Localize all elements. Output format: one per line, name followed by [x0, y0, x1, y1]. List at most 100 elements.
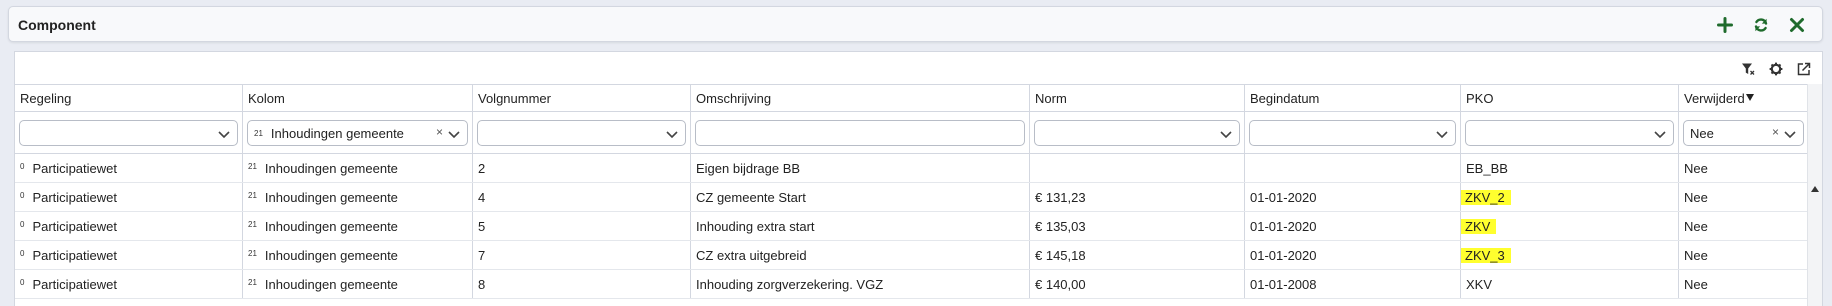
- kolom-text: Inhoudingen gemeente: [264, 161, 398, 176]
- chevron-down-icon: [448, 131, 460, 139]
- kolom-code: 21: [248, 162, 257, 171]
- column-header-norm[interactable]: Norm: [1030, 85, 1245, 111]
- filter-cell-pko: [1461, 112, 1679, 153]
- refresh-icon: [1754, 18, 1768, 32]
- regeling-text: Participatiewet: [32, 190, 117, 205]
- regeling-code: 0: [20, 220, 25, 229]
- pko-highlighted-text: ZKV_2: [1463, 190, 1507, 205]
- regeling-code: 0: [20, 162, 25, 171]
- cell-kolom: 21 Inhoudingen gemeente: [243, 241, 473, 269]
- scroll-up-arrow-icon[interactable]: [1811, 186, 1819, 192]
- grid-panel: Regeling Kolom Volgnummer Omschrijving N…: [14, 51, 1823, 306]
- filter-clear-icon: [1742, 63, 1755, 75]
- volgnummer-filter-select[interactable]: [477, 120, 686, 146]
- chevron-down-icon: [1784, 131, 1796, 139]
- cell-kolom: 21 Inhoudingen gemeente: [243, 183, 473, 211]
- kolom-clear-icon[interactable]: ×: [436, 125, 443, 139]
- vertical-scrollbar[interactable]: [1807, 84, 1822, 306]
- cell-omschrijving: CZ extra uitgebreid: [691, 241, 1030, 269]
- table-row[interactable]: 0 Participatiewet 21 Inhoudingen gemeente …: [15, 212, 1808, 241]
- settings-button[interactable]: [1768, 61, 1784, 77]
- component-header: Component: [8, 6, 1823, 42]
- cell-volgnummer: 5: [473, 212, 691, 240]
- cell-volgnummer: 2: [473, 154, 691, 182]
- norm-filter-select[interactable]: [1034, 120, 1240, 146]
- cell-regeling: 0 Participatiewet: [15, 241, 243, 269]
- cell-kolom: 21 Inhoudingen gemeente: [243, 154, 473, 182]
- omschrijving-filter-input[interactable]: [695, 120, 1025, 146]
- filter-cell-omschrijving: [691, 112, 1030, 153]
- regeling-code: 0: [20, 191, 25, 200]
- sort-desc-icon: [1745, 94, 1754, 101]
- cell-regeling: 0 Participatiewet: [15, 154, 243, 182]
- pko-highlighted-text: ZKV_3: [1463, 248, 1507, 263]
- table-row[interactable]: 0 Participatiewet 21 Inhoudingen gemeente …: [15, 270, 1808, 299]
- column-header-regeling[interactable]: Regeling: [15, 85, 243, 111]
- gear-icon: [1769, 62, 1783, 76]
- table-row[interactable]: 0 Participatiewet 21 Inhoudingen gemeente …: [15, 183, 1808, 212]
- plus-icon: [1717, 17, 1733, 33]
- filter-cell-begindatum: [1245, 112, 1461, 153]
- verwijderd-filter-select[interactable]: Nee ×: [1683, 120, 1804, 146]
- cell-norm: € 131,23: [1030, 183, 1245, 211]
- chevron-down-icon: [218, 131, 230, 139]
- table-row[interactable]: 0 Participatiewet 21 Inhoudingen gemeente …: [15, 154, 1808, 183]
- pko-highlighted-text: ZKV: [1463, 219, 1493, 234]
- regeling-filter-select[interactable]: [19, 120, 238, 146]
- cell-omschrijving: Inhouding zorgverzekering. VGZ: [691, 270, 1030, 298]
- export-icon: [1797, 62, 1811, 76]
- cell-begindatum: 01-01-2008: [1245, 270, 1461, 298]
- chevron-down-icon: [1654, 131, 1666, 139]
- kolom-filter-code: 21: [254, 128, 263, 138]
- data-grid: Regeling Kolom Volgnummer Omschrijving N…: [15, 84, 1808, 299]
- close-icon: [1790, 18, 1804, 32]
- cell-begindatum: 01-01-2020: [1245, 212, 1461, 240]
- refresh-button[interactable]: [1750, 14, 1772, 36]
- cell-begindatum: 01-01-2020: [1245, 183, 1461, 211]
- cell-norm: € 140,00: [1030, 270, 1245, 298]
- filter-cell-kolom: 21 Inhoudingen gemeente ×: [243, 112, 473, 153]
- column-header-volgnummer[interactable]: Volgnummer: [473, 85, 691, 111]
- cell-kolom: 21 Inhoudingen gemeente: [243, 212, 473, 240]
- cell-regeling: 0 Participatiewet: [15, 183, 243, 211]
- regeling-text: Participatiewet: [32, 219, 117, 234]
- cell-omschrijving: CZ gemeente Start: [691, 183, 1030, 211]
- header-row: Regeling Kolom Volgnummer Omschrijving N…: [15, 84, 1808, 112]
- column-header-kolom[interactable]: Kolom: [243, 85, 473, 111]
- cell-verwijderd: Nee: [1684, 190, 1708, 205]
- cell-pko: EB_BB: [1461, 154, 1679, 182]
- column-header-verwijderd-label: Verwijderd: [1684, 91, 1745, 106]
- begindatum-filter-select[interactable]: [1249, 120, 1456, 146]
- cell-begindatum: 01-01-2020: [1245, 241, 1461, 269]
- cell-regeling: 0 Participatiewet: [15, 270, 243, 298]
- kolom-filter-select[interactable]: 21 Inhoudingen gemeente ×: [247, 120, 468, 146]
- column-header-pko[interactable]: PKO: [1461, 85, 1679, 111]
- cell-begindatum: [1245, 154, 1461, 182]
- column-header-verwijderd[interactable]: Verwijderd: [1679, 85, 1808, 111]
- cell-norm: [1030, 154, 1245, 182]
- kolom-filter-value: Inhoudingen gemeente: [270, 125, 404, 141]
- header-actions: [1714, 14, 1808, 36]
- column-header-omschrijving[interactable]: Omschrijving: [691, 85, 1030, 111]
- verwijderd-clear-icon[interactable]: ×: [1772, 125, 1779, 139]
- cell-omschrijving: Eigen bijdrage BB: [691, 154, 1030, 182]
- kolom-text: Inhoudingen gemeente: [264, 277, 398, 292]
- table-row[interactable]: 0 Participatiewet 21 Inhoudingen gemeente …: [15, 241, 1808, 270]
- close-button[interactable]: [1786, 14, 1808, 36]
- kolom-text: Inhoudingen gemeente: [264, 190, 398, 205]
- regeling-code: 0: [20, 278, 25, 287]
- filter-cell-verwijderd: Nee ×: [1679, 112, 1808, 153]
- pko-filter-select[interactable]: [1465, 120, 1674, 146]
- filter-cell-regeling: [15, 112, 243, 153]
- filter-row: 21 Inhoudingen gemeente × Nee ×: [15, 112, 1808, 154]
- cell-kolom: 21 Inhoudingen gemeente: [243, 270, 473, 298]
- add-button[interactable]: [1714, 14, 1736, 36]
- cell-pko: ZKV_3: [1461, 241, 1679, 269]
- cell-omschrijving: Inhouding extra start: [691, 212, 1030, 240]
- cell-volgnummer: 8: [473, 270, 691, 298]
- clear-filter-button[interactable]: [1740, 61, 1756, 77]
- kolom-text: Inhoudingen gemeente: [264, 219, 398, 234]
- column-header-begindatum[interactable]: Begindatum: [1245, 85, 1461, 111]
- regeling-text: Participatiewet: [32, 248, 117, 263]
- export-button[interactable]: [1796, 61, 1812, 77]
